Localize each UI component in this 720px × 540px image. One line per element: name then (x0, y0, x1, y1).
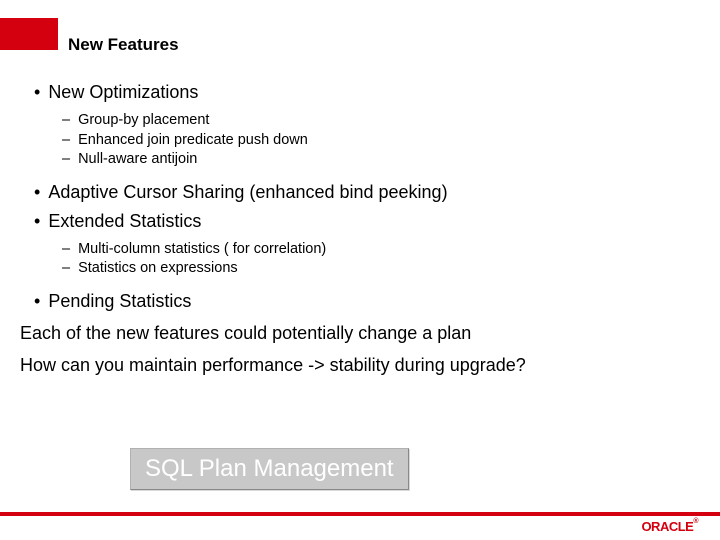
sub-bullet-text: Statistics on expressions (78, 259, 238, 279)
sub-bullets-extended-stats: Multi-column statistics ( for correlatio… (62, 240, 700, 279)
bullet-adaptive-cursor: Adaptive Cursor Sharing (enhanced bind p… (30, 182, 700, 203)
footer-red-bar (0, 512, 720, 516)
sub-bullet-text: Null-aware antijoin (78, 150, 197, 170)
bullet-extended-stats: Extended Statistics (30, 211, 700, 232)
registered-icon: ® (693, 518, 698, 525)
bullet-text: Adaptive Cursor Sharing (enhanced bind p… (48, 182, 447, 203)
sub-bullet: Statistics on expressions (62, 259, 700, 279)
answer-box: SQL Plan Management (130, 448, 409, 490)
sub-bullet-text: Group-by placement (78, 111, 209, 131)
paragraph-line-1: Each of the new features could potential… (20, 320, 700, 346)
sub-bullet: Group-by placement (62, 111, 700, 131)
bullet-text: New Optimizations (48, 82, 198, 103)
sub-bullet-text: Multi-column statistics ( for correlatio… (78, 240, 326, 260)
logo-text: ORACLE (641, 519, 693, 534)
paragraph-line-2: How can you maintain performance -> stab… (20, 352, 700, 378)
oracle-logo: ORACLE® (641, 519, 698, 534)
bullet-text: Extended Statistics (48, 211, 201, 232)
sub-bullet: Null-aware antijoin (62, 150, 700, 170)
bullet-pending-stats: Pending Statistics (30, 291, 700, 312)
sub-bullets-optimizations: Group-by placement Enhanced join predica… (62, 111, 700, 170)
brand-red-box (0, 18, 58, 50)
bullet-text: Pending Statistics (48, 291, 191, 312)
slide-title: New Features (68, 35, 179, 55)
slide-content: New Optimizations Group-by placement Enh… (30, 82, 700, 378)
sub-bullet-text: Enhanced join predicate push down (78, 131, 308, 151)
sub-bullet: Multi-column statistics ( for correlatio… (62, 240, 700, 260)
sub-bullet: Enhanced join predicate push down (62, 131, 700, 151)
bullet-new-optimizations: New Optimizations (30, 82, 700, 103)
